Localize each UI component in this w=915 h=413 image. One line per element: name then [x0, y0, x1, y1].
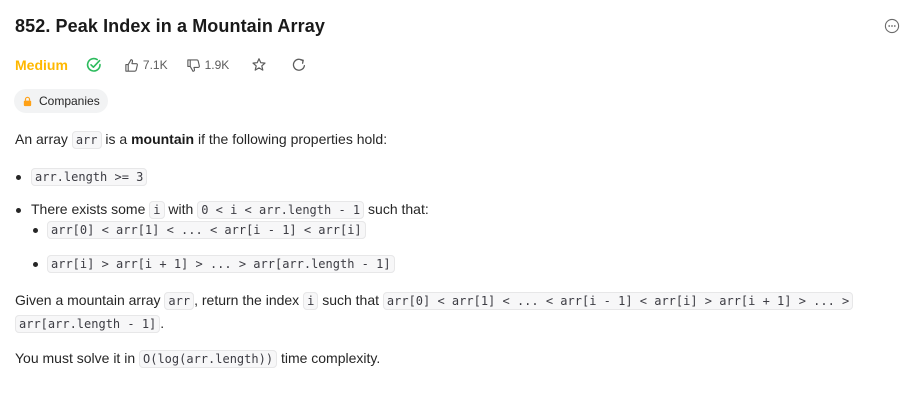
- bullet-dot: [16, 208, 21, 213]
- like-button[interactable]: 7.1K: [124, 58, 168, 73]
- text: There exists some: [31, 201, 146, 217]
- inline-code: arr: [164, 292, 195, 310]
- problem-title: 852. Peak Index in a Mountain Array: [15, 16, 325, 36]
- bullet-dot: [33, 262, 38, 267]
- text: .: [160, 315, 165, 331]
- text: such that: [322, 292, 380, 308]
- share-button[interactable]: [291, 57, 307, 73]
- problem-meta-bar: Medium 7.1K 1.9K: [15, 54, 307, 76]
- description-paragraph-2: Given a mountain array arr, return the i…: [15, 292, 854, 310]
- description-paragraph-1: An array arr is a mountain if the follow…: [15, 131, 388, 149]
- inline-code: i: [149, 201, 165, 219]
- property-subbullet-1: arr[0] < arr[1] < ... < arr[i - 1] < arr…: [47, 221, 366, 239]
- star-icon: [251, 57, 267, 73]
- dislike-count: 1.9K: [204, 58, 230, 72]
- more-options-button[interactable]: [883, 17, 901, 35]
- text: An array: [15, 131, 68, 147]
- inline-code: arr[i] > arr[i + 1] > ... > arr[arr.leng…: [47, 255, 395, 273]
- solved-status: [86, 57, 102, 73]
- bold-text: mountain: [131, 131, 195, 147]
- more-options-icon: [884, 18, 900, 34]
- inline-code: O(log(arr.length)): [139, 350, 278, 368]
- thumbs-down-icon: [186, 58, 201, 73]
- text: Given a mountain array: [15, 292, 161, 308]
- property-subbullet-2: arr[i] > arr[i + 1] > ... > arr[arr.leng…: [47, 255, 395, 273]
- text: if the following properties hold:: [197, 131, 388, 147]
- description-paragraph-2-cont: arr[arr.length - 1].: [15, 315, 165, 333]
- inline-code: arr: [71, 131, 102, 149]
- dislike-button[interactable]: 1.9K: [186, 58, 230, 73]
- text: with: [168, 201, 194, 217]
- solved-check-icon: [86, 57, 102, 73]
- description-paragraph-3: You must solve it in O(log(arr.length)) …: [15, 350, 381, 368]
- difficulty-badge: Medium: [15, 57, 68, 73]
- text: time complexity.: [280, 350, 381, 366]
- thumbs-up-icon: [124, 58, 139, 73]
- inline-code: 0 < i < arr.length - 1: [197, 201, 365, 219]
- inline-code: arr.length >= 3: [31, 168, 148, 186]
- property-bullet-1: arr.length >= 3: [31, 168, 148, 186]
- text: is a: [105, 131, 128, 147]
- companies-label: Companies: [39, 94, 100, 108]
- property-bullet-2: There exists some i with 0 < i < arr.len…: [31, 201, 429, 219]
- like-count: 7.1K: [142, 58, 168, 72]
- inline-code: arr[0] < arr[1] < ... < arr[i - 1] < arr…: [382, 292, 854, 310]
- inline-code: arr[arr.length - 1]: [15, 315, 161, 333]
- text: , return the index: [194, 292, 300, 308]
- text: such that:: [368, 201, 429, 217]
- bullet-dot: [33, 228, 38, 233]
- companies-tag[interactable]: Companies: [14, 89, 108, 113]
- favorite-button[interactable]: [251, 57, 267, 73]
- inline-code: arr[0] < arr[1] < ... < arr[i - 1] < arr…: [47, 221, 366, 239]
- inline-code: i: [303, 292, 319, 310]
- bullet-dot: [16, 175, 21, 180]
- text: You must solve it in: [15, 350, 136, 366]
- lock-icon: [22, 96, 33, 107]
- share-icon: [291, 57, 307, 73]
